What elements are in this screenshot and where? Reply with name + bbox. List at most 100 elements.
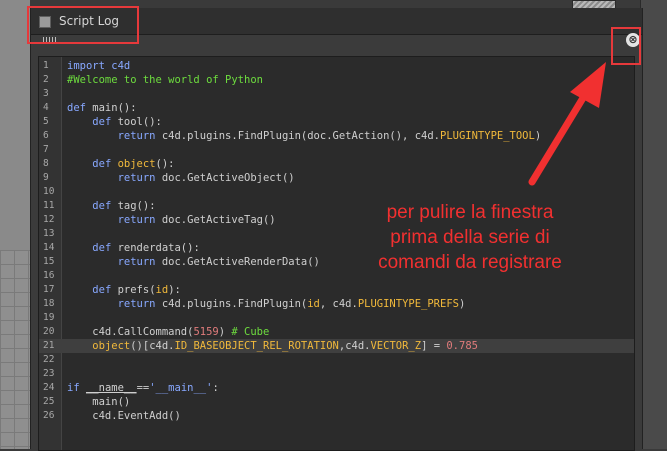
code-line[interactable]: 26 c4d.EventAdd() (39, 409, 634, 423)
right-panel-strip (640, 0, 667, 449)
code-token: main() (67, 396, 131, 408)
line-number: 14 (43, 242, 55, 253)
code-token: PLUGINTYPE_TOOL (440, 130, 535, 142)
code-token: def (67, 102, 86, 114)
code-token: '__main__' (149, 382, 213, 394)
code-text: def main(): (67, 101, 137, 115)
code-line[interactable]: 3 (39, 87, 634, 101)
code-line[interactable]: 18 return c4d.plugins.FindPlugin(id, c4d… (39, 297, 634, 311)
code-line[interactable]: 19 (39, 311, 634, 325)
code-line[interactable]: 9 return doc.GetActiveObject() (39, 171, 634, 185)
code-line[interactable]: 1 import c4d (39, 59, 634, 73)
code-token: : (212, 382, 219, 394)
code-text: return doc.GetActiveRenderData() (67, 255, 320, 269)
line-number: 3 (43, 88, 49, 99)
code-token: # Cube (231, 326, 270, 338)
code-token: 5159 (193, 326, 219, 338)
code-text: #Welcome to the world of Python (67, 73, 263, 87)
code-text: return doc.GetActiveObject() (67, 171, 295, 185)
code-line[interactable]: 5 def tool(): (39, 115, 634, 129)
code-line[interactable]: 2 #Welcome to the world of Python (39, 73, 634, 87)
line-number: 26 (43, 410, 55, 421)
code-token: __name__ (85, 382, 137, 394)
line-number: 22 (43, 354, 55, 365)
code-token: tag(): (111, 200, 156, 212)
line-number: 18 (43, 298, 55, 309)
code-token: main(): (85, 102, 137, 114)
line-number: 17 (43, 284, 55, 295)
code-token: doc.GetActiveTag() (155, 214, 276, 226)
code-text: return doc.GetActiveTag() (67, 213, 276, 227)
line-number: 20 (43, 326, 55, 337)
code-token: ] = (421, 340, 447, 352)
code-text: c4d.EventAdd() (67, 409, 181, 423)
code-text: def renderdata(): (67, 241, 199, 255)
annotation-line: per pulire la finestra (386, 202, 554, 223)
code-token: c4d.plugins.FindPlugin( (155, 298, 308, 310)
code-token: doc.GetActiveRenderData() (155, 256, 320, 268)
code-token: return (117, 214, 156, 226)
code-token: if (67, 382, 80, 394)
line-number: 16 (43, 270, 55, 281)
code-token: ) (218, 326, 232, 338)
code-token: id (155, 284, 169, 296)
code-text: if __name__=='__main__': (67, 381, 219, 395)
code-token: prefs( (111, 284, 156, 296)
code-token: id (307, 298, 320, 310)
code-line[interactable]: 6 return c4d.plugins.FindPlugin(doc.GetA… (39, 129, 634, 143)
line-number: 5 (43, 116, 49, 127)
code-token: import c4d (67, 60, 131, 72)
line-number: 13 (43, 228, 55, 239)
line-number: 11 (43, 200, 55, 211)
line-number: 4 (43, 102, 49, 113)
code-line[interactable]: 4 def main(): (39, 101, 634, 115)
code-token: return (117, 172, 156, 184)
code-token: (): (155, 158, 175, 170)
code-token: def (92, 200, 112, 212)
line-number: 6 (43, 130, 49, 141)
annotation-text: per pulire la finestra prima della serie… (350, 200, 590, 275)
code-token: object (92, 340, 131, 352)
code-token: c4d.EventAdd() (67, 410, 181, 422)
code-token: == (136, 382, 150, 394)
line-number: 9 (43, 172, 49, 183)
code-line[interactable]: 21 object()[c4d.ID_BASEOBJECT_REL_ROTATI… (39, 339, 634, 353)
close-button-highlight-box (611, 27, 641, 65)
code-token: ) (534, 130, 542, 142)
code-token: def (92, 242, 112, 254)
code-text: def prefs(id): (67, 283, 181, 297)
code-token: def (92, 158, 112, 170)
code-token: ()[c4d. (130, 340, 175, 352)
line-number: 8 (43, 158, 49, 169)
code-line[interactable]: 23 (39, 367, 634, 381)
code-token: return (117, 298, 156, 310)
code-line[interactable]: 8 def object(): (39, 157, 634, 171)
line-number: 12 (43, 214, 55, 225)
code-token: #Welcome to the world of Python (67, 74, 263, 86)
code-token: doc.GetActiveObject() (155, 172, 295, 184)
line-number: 2 (43, 74, 49, 85)
code-line[interactable]: 22 (39, 353, 634, 367)
viewport-floor-grid (0, 250, 30, 449)
3d-viewport[interactable] (0, 0, 30, 449)
code-token: def (92, 116, 112, 128)
code-token: tool(): (111, 116, 162, 128)
annotation-line: comandi da registrare (378, 252, 562, 273)
code-line[interactable]: 24 if __name__=='__main__': (39, 381, 634, 395)
code-token: ,c4d. (338, 340, 371, 352)
code-line[interactable]: 25 main() (39, 395, 634, 409)
code-text: main() (67, 395, 130, 409)
code-line[interactable]: 7 (39, 143, 634, 157)
code-line[interactable]: 17 def prefs(id): (39, 283, 634, 297)
code-line[interactable]: 20 c4d.CallCommand(5159) # Cube (39, 325, 634, 339)
line-number: 25 (43, 396, 55, 407)
code-line[interactable]: 10 (39, 185, 634, 199)
code-token: , c4d. (319, 298, 358, 310)
